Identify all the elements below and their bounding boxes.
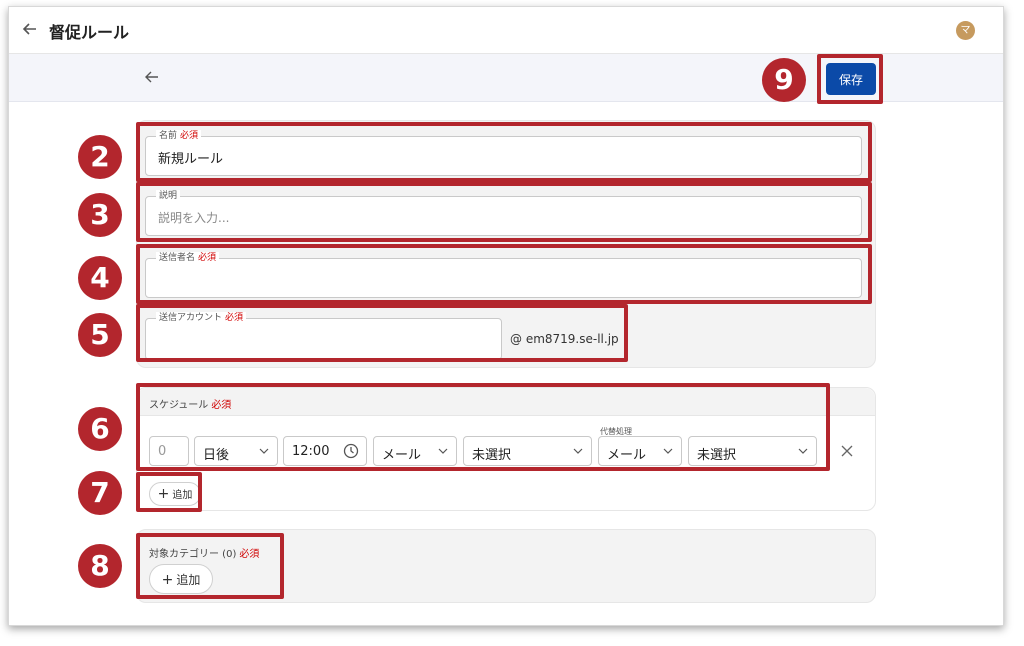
annotation-box-save	[817, 54, 883, 104]
annotation-badge: 8	[78, 544, 122, 588]
annotation-badge: 6	[78, 407, 122, 451]
annotation-box-add-schedule	[136, 472, 202, 512]
annotation-box-description	[136, 182, 872, 242]
app-bar: 督促ルール マ	[9, 7, 1003, 54]
annotation-box-name	[136, 122, 872, 182]
annotation-box-sender-name	[136, 244, 872, 304]
annotation-box-category	[136, 533, 284, 599]
back-arrow-icon[interactable]	[143, 68, 161, 86]
close-icon[interactable]	[840, 444, 854, 458]
annotation-badge: 2	[78, 135, 122, 179]
annotation-badge: 7	[78, 471, 122, 515]
app-window: 督促ルール マ 保存 名前 必須 新規ルール 説明 説明を入力... 送信者名 必須…	[8, 6, 1004, 626]
annotation-box-schedule	[136, 383, 830, 471]
back-arrow-icon[interactable]	[21, 20, 39, 38]
annotation-badge: 5	[78, 313, 122, 357]
annotation-badge: 4	[78, 256, 122, 300]
annotation-badge: 9	[762, 58, 806, 102]
avatar[interactable]: マ	[956, 21, 975, 40]
annotation-badge: 3	[78, 193, 122, 237]
page-title: 督促ルール	[49, 23, 130, 42]
annotation-box-sender-account	[136, 304, 628, 362]
